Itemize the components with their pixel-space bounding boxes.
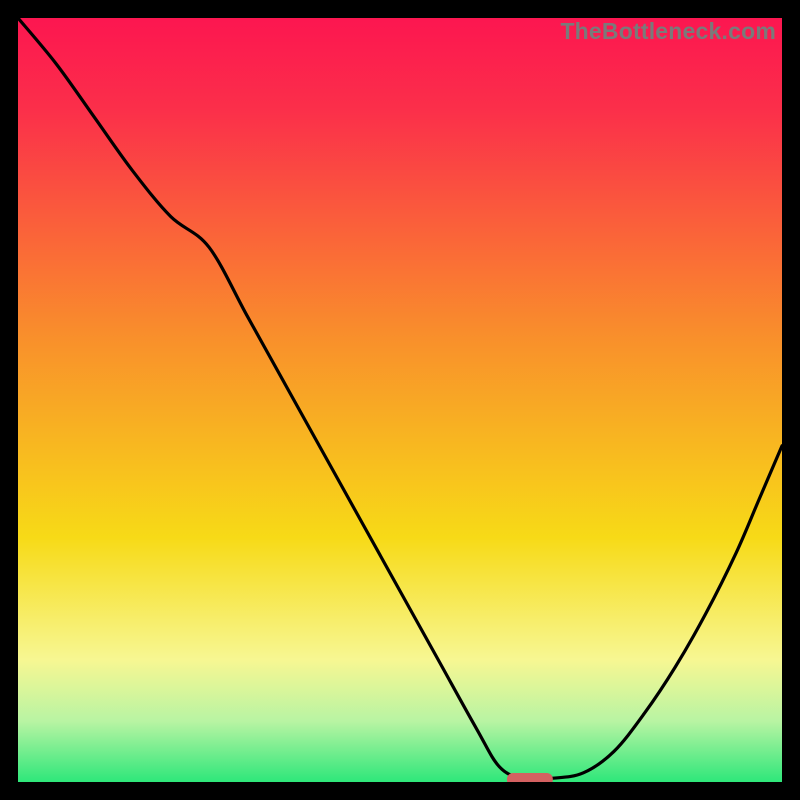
chart-svg bbox=[18, 18, 782, 782]
bottleneck-curve bbox=[18, 18, 782, 779]
plot-area: TheBottleneck.com bbox=[18, 18, 782, 782]
optimal-marker bbox=[507, 773, 553, 782]
chart-frame: TheBottleneck.com bbox=[0, 0, 800, 800]
